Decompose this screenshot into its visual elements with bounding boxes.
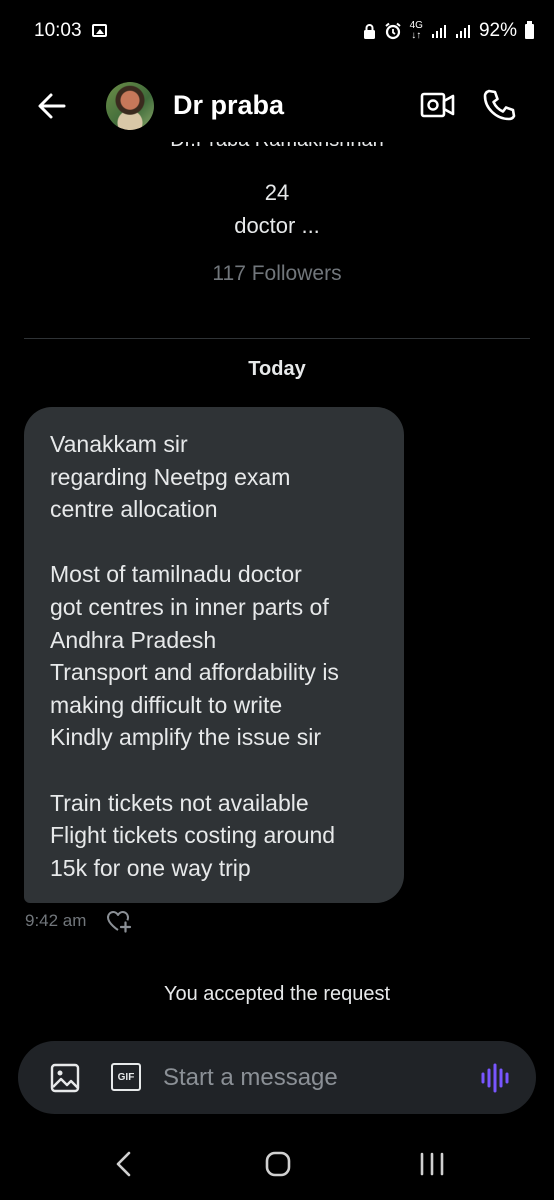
profile-number: 24	[264, 180, 290, 205]
message-line	[50, 754, 384, 787]
contact-name[interactable]: Dr praba	[173, 90, 284, 121]
lock-icon	[363, 23, 375, 39]
status-icons: 4G ↓↑ 92%	[363, 20, 534, 42]
message-line: regarding Neetpg exam	[50, 463, 291, 490]
back-arrow-icon[interactable]	[34, 88, 70, 124]
signal-icon	[431, 25, 446, 38]
image-icon[interactable]	[50, 1063, 80, 1093]
profile-bio: doctor ...	[234, 213, 320, 238]
message-line: 15k for one way trip	[50, 854, 251, 881]
message-line: Transport and affordability is	[50, 659, 339, 686]
message-line: Vanakkam sir	[50, 431, 188, 457]
status-time: 10:03	[34, 20, 82, 41]
alarm-icon	[384, 22, 401, 40]
message-timestamp: 9:42 am	[25, 911, 87, 930]
followers-count[interactable]: 117 Followers	[0, 262, 554, 286]
gallery-notification-icon	[92, 24, 107, 37]
message-line: got centres in inner parts of	[50, 593, 329, 620]
gif-icon[interactable]: GIF	[111, 1063, 141, 1091]
voice-message-icon[interactable]	[480, 1061, 512, 1095]
avatar[interactable]	[106, 82, 154, 130]
message-line: Train tickets not available	[50, 789, 309, 816]
signal-icon	[455, 25, 470, 38]
message-line: making difficult to write	[50, 691, 283, 718]
network-type-icon: 4G ↓↑	[409, 20, 423, 41]
nav-back-icon[interactable]	[112, 1150, 136, 1178]
system-note: You accepted the request	[163, 983, 391, 1005]
message-line	[50, 526, 384, 559]
video-call-icon[interactable]	[420, 90, 456, 120]
nav-home-icon[interactable]	[264, 1150, 292, 1178]
battery-percent: 92%	[478, 20, 517, 41]
nav-recents-icon[interactable]	[418, 1151, 446, 1177]
message-line: centre allocation	[50, 496, 218, 523]
message-line: Kindly amplify the issue sir	[50, 724, 321, 751]
message-input[interactable]	[163, 1060, 463, 1096]
profile-handle-partial: Dr.Praba Ramakrishnan	[0, 142, 554, 152]
message-line: Most of tamilnadu doctor	[50, 561, 302, 588]
add-reaction-heart-icon[interactable]	[106, 909, 132, 933]
divider	[24, 338, 530, 339]
message-bubble[interactable]: Vanakkam sir regarding Neetpg exam centr…	[24, 407, 404, 903]
battery-icon	[525, 20, 534, 39]
message-line: Flight tickets costing around	[50, 822, 336, 849]
gif-label: GIF	[117, 1071, 135, 1083]
message-line: Andhra Pradesh	[50, 626, 217, 653]
phone-icon[interactable]	[482, 88, 516, 122]
date-separator: Today	[248, 358, 306, 380]
